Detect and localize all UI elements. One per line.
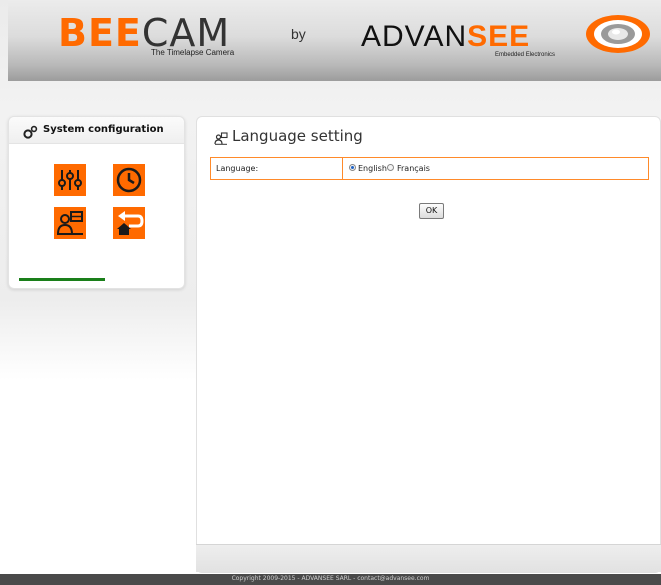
- clock-icon: [116, 167, 142, 193]
- english-radio[interactable]: [349, 164, 356, 171]
- header-banner: BEECAM The Timelapse Camera by ADVANSEE …: [8, 0, 661, 81]
- language-tile-button[interactable]: [54, 207, 86, 239]
- system-config-header: System configuration: [9, 117, 184, 144]
- progress-bar: [19, 278, 105, 281]
- main-panel-footer: [196, 544, 661, 572]
- home-return-tile-button[interactable]: [113, 207, 145, 239]
- language-icon: [214, 132, 228, 145]
- ok-button[interactable]: OK: [419, 203, 444, 219]
- system-config-panel: System configuration: [8, 116, 185, 289]
- language-field-label: Language:: [216, 164, 259, 173]
- language-setting-panel: Language setting Language: English Franç…: [196, 116, 661, 573]
- clock-tile-button[interactable]: [113, 164, 145, 196]
- advansee-logo: ADVANSEE: [361, 20, 531, 53]
- equalizer-icon: [58, 170, 82, 190]
- language-setting-row: Language: English Français: [210, 157, 649, 180]
- page-footer: Copyright 2009-2015 - ADVANSEE SARL - co…: [0, 574, 661, 585]
- eye-logo-icon: [586, 15, 650, 53]
- english-radio-label[interactable]: English: [358, 164, 387, 173]
- advansee-tagline: Embedded Electronics: [495, 52, 556, 58]
- home-return-icon: [117, 211, 144, 235]
- column-divider: [342, 158, 343, 179]
- copyright-text: Copyright 2009-2015 - ADVANSEE SARL - co…: [231, 575, 430, 582]
- gears-icon: [23, 125, 38, 139]
- beecam-tagline: The Timelapse Camera: [151, 48, 235, 57]
- french-radio-label[interactable]: Français: [397, 164, 430, 173]
- equalizer-tile-button[interactable]: [54, 164, 86, 196]
- language-icon: [57, 211, 83, 235]
- by-label: by: [291, 26, 306, 42]
- system-config-title: System configuration: [43, 124, 164, 135]
- french-radio[interactable]: [387, 164, 394, 171]
- page-title: Language setting: [232, 127, 363, 145]
- beecam-logo: BEECAM: [58, 11, 231, 55]
